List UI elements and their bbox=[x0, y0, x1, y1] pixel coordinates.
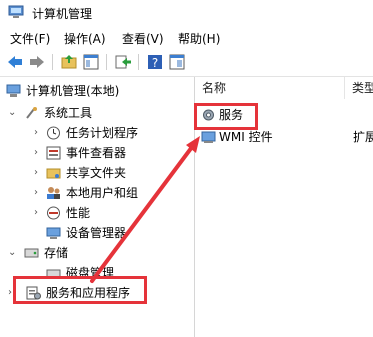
properties-icon[interactable] bbox=[168, 53, 186, 71]
chevron-right-icon[interactable]: › bbox=[8, 283, 12, 303]
title-bar: 计算机管理 bbox=[0, 0, 373, 26]
tree-item-root[interactable]: 计算机管理(本地) bbox=[0, 81, 194, 101]
device-manager-icon bbox=[46, 227, 61, 239]
chevron-right-icon[interactable]: › bbox=[34, 203, 38, 223]
tree-item-local-users[interactable]: › 本地用户和组 bbox=[0, 183, 194, 203]
toolbar: ? bbox=[0, 49, 373, 77]
tree-item-task-scheduler[interactable]: › 任务计划程序 bbox=[0, 123, 194, 143]
storage-icon bbox=[24, 248, 39, 258]
tree-label: 性能 bbox=[66, 206, 91, 220]
chevron-right-icon[interactable]: › bbox=[34, 123, 38, 143]
svg-text:?: ? bbox=[152, 56, 158, 70]
tree-item-event-viewer[interactable]: › 事件查看器 bbox=[0, 143, 194, 163]
shared-folder-icon bbox=[46, 168, 61, 179]
tree-label: 任务计划程序 bbox=[66, 126, 139, 140]
menu-help[interactable]: 帮助(H) bbox=[178, 30, 220, 47]
tree-root-label: 计算机管理(本地) bbox=[26, 84, 120, 98]
forward-arrow-icon[interactable] bbox=[28, 53, 46, 71]
computer-icon bbox=[6, 84, 21, 97]
highlight-box-services-apps bbox=[13, 276, 147, 304]
help-icon[interactable]: ? bbox=[146, 53, 164, 71]
list-item-type: 扩展 bbox=[353, 130, 373, 144]
folder-up-icon[interactable] bbox=[60, 53, 78, 71]
event-viewer-icon bbox=[46, 146, 61, 160]
tree-label: 设备管理器 bbox=[66, 226, 127, 240]
back-arrow-icon[interactable] bbox=[6, 53, 24, 71]
tree-label: 系统工具 bbox=[44, 106, 93, 120]
tree-item-shared-folders[interactable]: › 共享文件夹 bbox=[0, 163, 194, 183]
menu-file[interactable]: 文件(F) bbox=[10, 30, 50, 47]
chevron-right-icon[interactable]: › bbox=[34, 143, 38, 163]
export-icon[interactable] bbox=[114, 53, 132, 71]
column-header-name[interactable]: 名称 bbox=[195, 77, 345, 99]
menu-bar: 文件(F) 操作(A) 查看(V) 帮助(H) bbox=[0, 28, 373, 48]
tree-item-storage[interactable]: ⌄ 存储 bbox=[0, 243, 194, 263]
clock-icon bbox=[47, 126, 60, 140]
tools-icon bbox=[26, 107, 37, 119]
chevron-down-icon[interactable]: ⌄ bbox=[8, 103, 16, 123]
highlight-box-services bbox=[194, 103, 258, 130]
list-item-name: WMI 控件 bbox=[219, 130, 273, 144]
tree-label: 事件查看器 bbox=[66, 146, 127, 160]
console-tree-icon[interactable] bbox=[82, 53, 100, 71]
menu-action[interactable]: 操作(A) bbox=[64, 30, 106, 47]
users-icon bbox=[47, 187, 60, 199]
tree-item-system-tools[interactable]: ⌄ 系统工具 bbox=[0, 103, 194, 123]
tree-item-performance[interactable]: › 性能 bbox=[0, 203, 194, 223]
tree-label: 本地用户和组 bbox=[66, 186, 139, 200]
chevron-right-icon[interactable]: › bbox=[34, 183, 38, 203]
tree-label: 共享文件夹 bbox=[66, 166, 127, 180]
column-header-type[interactable]: 类型 bbox=[345, 77, 373, 99]
list-item-wmi[interactable]: WMI 控件 扩展 bbox=[195, 127, 373, 147]
menu-view[interactable]: 查看(V) bbox=[122, 30, 164, 47]
chevron-down-icon[interactable]: ⌄ bbox=[8, 243, 16, 263]
computer-management-icon bbox=[8, 5, 24, 18]
window-title: 计算机管理 bbox=[32, 7, 93, 21]
tree-item-device-manager[interactable]: 设备管理器 bbox=[0, 223, 194, 243]
wmi-icon bbox=[201, 131, 216, 143]
chevron-right-icon[interactable]: › bbox=[34, 163, 38, 183]
performance-icon bbox=[47, 206, 60, 220]
tree-label: 存储 bbox=[44, 246, 69, 260]
